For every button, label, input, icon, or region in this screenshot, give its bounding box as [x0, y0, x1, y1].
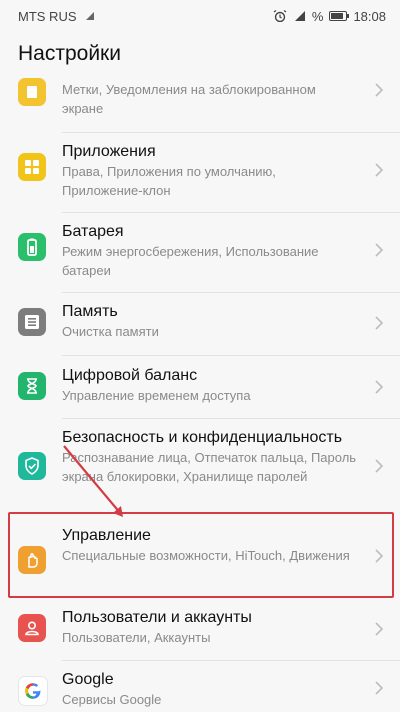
status-bar: MTS RUS % 18:08: [0, 0, 400, 32]
settings-item-subtitle: Сервисы Google: [62, 692, 162, 707]
divider: [62, 132, 400, 133]
chevron-right-icon: [375, 380, 384, 394]
battery-icon: [329, 11, 350, 21]
settings-item-security[interactable]: Безопасность и конфиденциальность Распоз…: [0, 426, 400, 510]
settings-item-subtitle: Права, Приложения по умолчанию, Приложен…: [62, 164, 276, 198]
signal-icon: [294, 11, 305, 21]
divider: [62, 292, 400, 293]
settings-item-title: Безопасность и конфиденциальность: [62, 429, 343, 446]
storage-icon: [18, 308, 46, 336]
divider: [62, 660, 400, 661]
status-left: MTS RUS: [18, 9, 95, 24]
settings-item-subtitle: Управление временем доступа: [62, 388, 251, 403]
settings-item-digital-balance[interactable]: Цифровой баланс Управление временем дост…: [0, 364, 400, 414]
settings-item-apps[interactable]: Приложения Права, Приложения по умолчани…: [0, 140, 400, 204]
alarm-icon: [273, 10, 287, 22]
settings-item-storage[interactable]: Память Очистка памяти: [0, 300, 400, 350]
settings-item-title: Батарея: [62, 223, 124, 240]
carrier-label: MTS RUS: [18, 8, 77, 24]
settings-item-users[interactable]: Пользователи и аккаунты Пользователи, Ак…: [0, 606, 400, 654]
shield-icon: [18, 452, 46, 480]
page-title: Настройки: [18, 42, 121, 65]
settings-item-title: Цифровой баланс: [62, 367, 198, 384]
settings-item-subtitle: Метки, Уведомления на заблокированном эк…: [62, 82, 316, 116]
sim-icon: [85, 12, 94, 20]
chevron-right-icon: [375, 622, 384, 636]
clock: 18:08: [353, 8, 386, 24]
apps-icon: [18, 153, 46, 181]
highlight-box: [8, 512, 394, 598]
settings-item-google[interactable]: Google Сервисы Google: [0, 668, 400, 712]
settings-item-subtitle: Очистка памяти: [62, 324, 159, 339]
settings-item-battery[interactable]: Батарея Режим энергосбережения, Использо…: [0, 220, 400, 284]
settings-item-lockscreen[interactable]: Метки, Уведомления на заблокированном эк…: [0, 76, 400, 122]
chevron-right-icon: [375, 459, 384, 473]
google-icon: [18, 676, 48, 706]
settings-item-subtitle: Режим энергосбережения, Использование ба…: [62, 244, 319, 278]
status-right: % 18:08: [272, 9, 386, 24]
hourglass-icon: [18, 372, 46, 400]
chevron-right-icon: [375, 243, 384, 257]
user-icon: [18, 614, 46, 642]
lock-screen-icon: [18, 78, 46, 106]
chevron-right-icon: [375, 681, 384, 695]
settings-item-title: Приложения: [62, 143, 156, 160]
settings-item-title: Память: [62, 303, 118, 320]
settings-item-subtitle: Распознавание лица, Отпечаток пальца, Па…: [62, 450, 357, 484]
battery-icon: [18, 233, 46, 261]
settings-item-title: Пользователи и аккаунты: [62, 609, 252, 626]
divider: [62, 212, 400, 213]
chevron-right-icon: [375, 163, 384, 177]
chevron-right-icon: [375, 83, 384, 97]
settings-item-subtitle: Пользователи, Аккаунты: [62, 630, 211, 645]
battery-percent: %: [311, 8, 324, 24]
chevron-right-icon: [375, 316, 384, 330]
divider: [62, 418, 400, 419]
settings-item-title: Google: [62, 671, 114, 688]
divider: [62, 355, 400, 356]
